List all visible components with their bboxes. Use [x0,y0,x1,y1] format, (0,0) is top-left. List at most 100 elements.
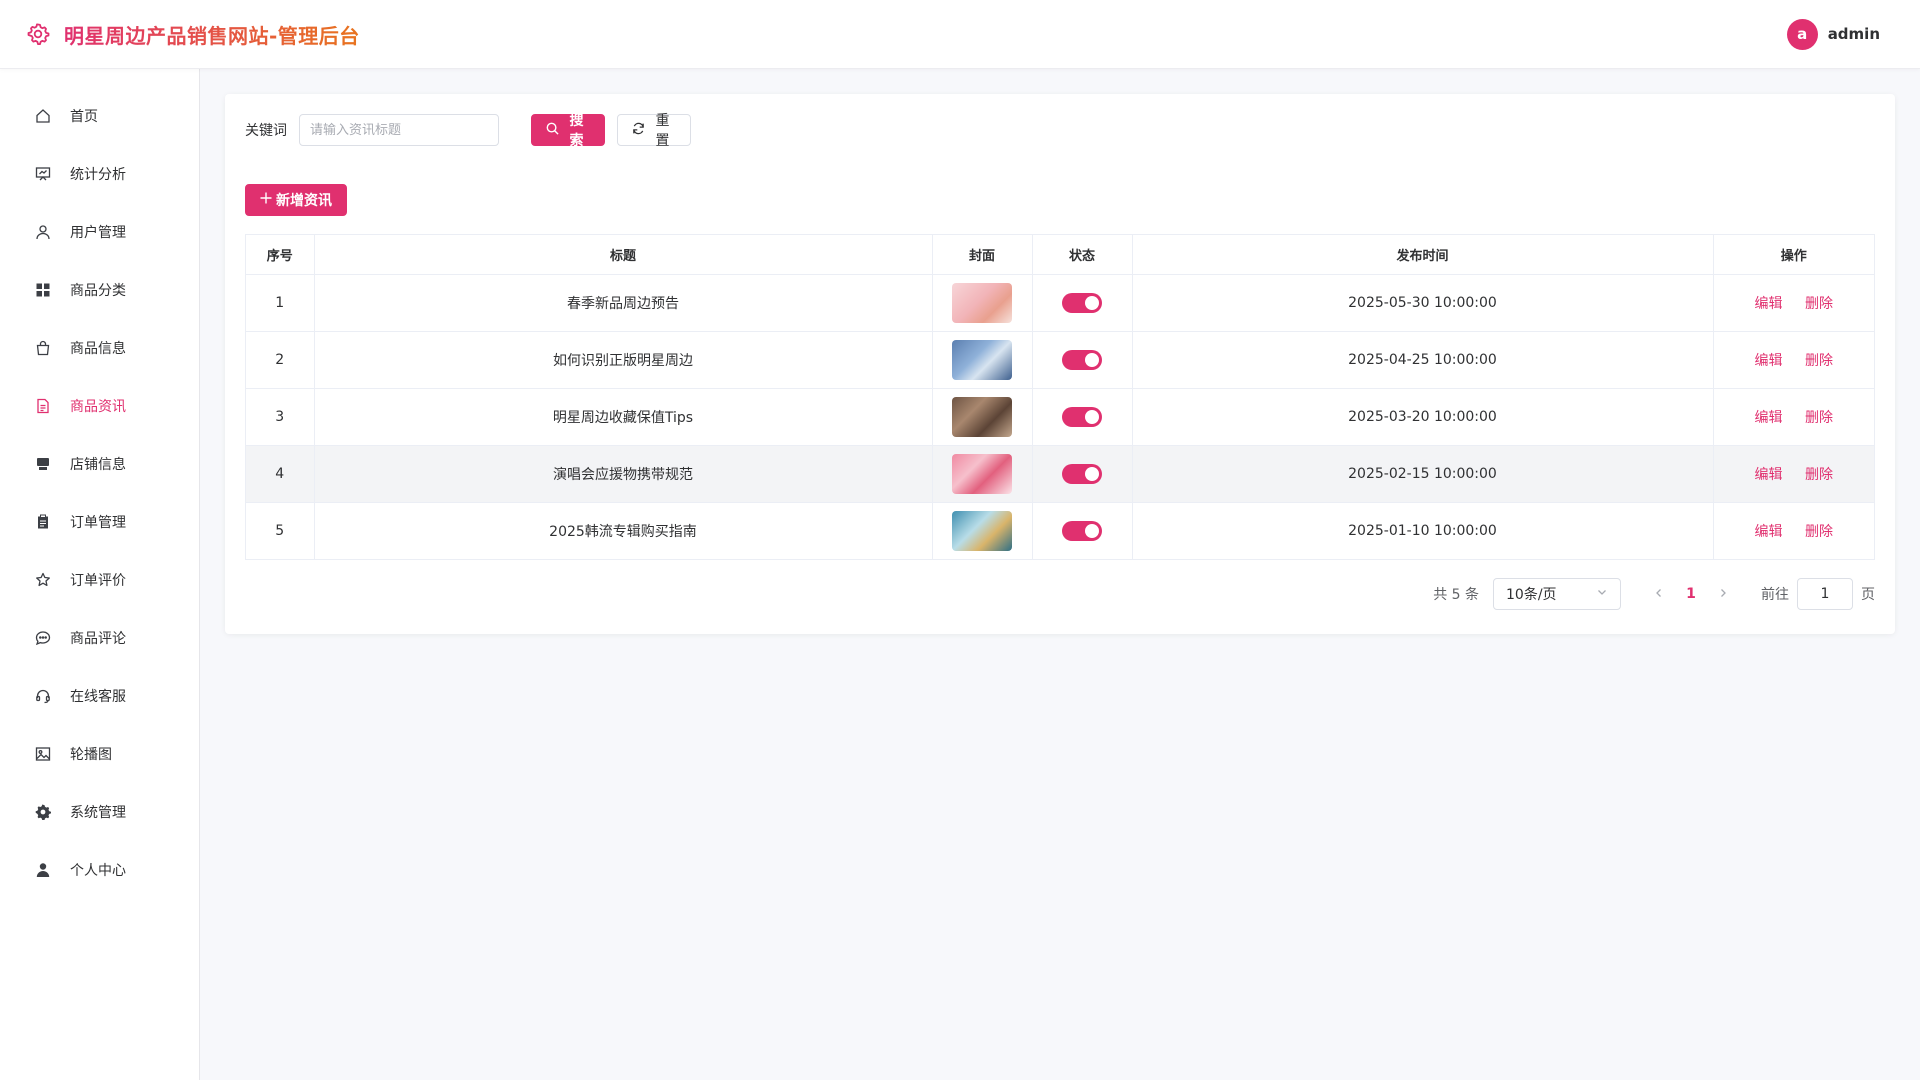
sidebar-item-news[interactable]: 商品资讯 [0,377,199,435]
table-row: 5 2025韩流专辑购买指南 2025-01-10 10:00:00 编辑 删除 [246,502,1874,559]
row-title: 演唱会应援物携带规范 [314,445,933,503]
column-header-title: 标题 [314,235,933,275]
username[interactable]: admin [1828,25,1880,43]
sidebar-item-customer-service[interactable]: 在线客服 [0,667,199,725]
app-header: 明星周边产品销售网站-管理后台 a admin [0,0,1920,69]
edit-link[interactable]: 编辑 [1755,353,1783,369]
sidebar-item-statistics[interactable]: 统计分析 [0,145,199,203]
grid-icon [34,281,52,299]
sidebar-item-profile[interactable]: 个人中心 [0,841,199,899]
row-index: 2 [246,331,315,389]
sidebar-item-label: 统计分析 [70,167,126,183]
sidebar-item-carousel[interactable]: 轮播图 [0,725,199,783]
cover-thumbnail[interactable] [952,510,1012,551]
search-button[interactable]: 搜索 [531,113,605,149]
pagination: 共 5 条 10条/页 1 前往 页 [245,578,1875,610]
status-toggle[interactable] [1062,406,1102,427]
cover-thumbnail[interactable] [952,282,1012,323]
status-toggle[interactable] [1062,520,1102,541]
keyword-label: 关键词 [245,123,287,139]
sidebar-item-label: 系统管理 [70,805,126,821]
cover-thumbnail[interactable] [952,453,1012,494]
row-publish-time: 2025-02-15 10:00:00 [1132,445,1714,503]
app-title: 明星周边产品销售网站-管理后台 [64,20,360,49]
edit-link[interactable]: 编辑 [1755,410,1783,426]
sidebar: 首页 统计分析 用户管理 商品分类 商品信息 商品资讯 店铺信息 订单管理 订单… [0,69,200,1080]
delete-link[interactable]: 删除 [1805,410,1833,426]
sidebar-item-order-reviews[interactable]: 订单评价 [0,551,199,609]
row-publish-time: 2025-03-20 10:00:00 [1132,388,1714,446]
presentation-chart-icon [34,165,52,183]
delete-link[interactable]: 删除 [1805,467,1833,483]
next-page-button[interactable] [1707,586,1739,602]
delete-link[interactable]: 删除 [1805,353,1833,369]
sidebar-item-label: 商品评论 [70,631,126,647]
cover-thumbnail[interactable] [952,339,1012,380]
refresh-icon [632,122,645,139]
settings-icon [34,803,52,821]
headset-icon [34,687,52,705]
row-index: 1 [246,274,315,332]
avatar[interactable]: a [1786,18,1818,50]
chevron-left-icon [1654,586,1664,602]
delete-link[interactable]: 删除 [1805,296,1833,312]
status-toggle[interactable] [1062,349,1102,370]
chevron-right-icon [1718,586,1728,602]
sidebar-item-shops[interactable]: 店铺信息 [0,435,199,493]
clipboard-icon [34,513,52,531]
search-button-label: 搜索 [569,113,584,149]
row-index: 5 [246,502,315,559]
column-header-publish-time: 发布时间 [1132,235,1714,275]
news-table: 序号 标题 封面 状态 发布时间 操作 1 春季新品周边预告 2025-05-3… [245,234,1875,560]
sidebar-item-label: 店铺信息 [70,457,126,473]
add-news-button-label: 新增资讯 [276,193,332,209]
document-icon [34,397,52,415]
sidebar-item-products[interactable]: 商品信息 [0,319,199,377]
keyword-input[interactable] [299,114,499,146]
edit-link[interactable]: 编辑 [1755,524,1783,540]
sidebar-item-label: 用户管理 [70,225,126,241]
table-row: 1 春季新品周边预告 2025-05-30 10:00:00 编辑 删除 [246,274,1874,332]
column-header-actions: 操作 [1713,235,1874,275]
plus-icon [260,192,272,208]
reset-button-label: 重置 [655,113,670,149]
column-header-status: 状态 [1032,235,1133,275]
status-toggle[interactable] [1062,463,1102,484]
reset-button[interactable]: 重置 [617,113,691,149]
goto-page-input[interactable] [1797,578,1853,610]
cover-thumbnail[interactable] [952,396,1012,437]
search-bar: 关键词 搜索 重置 [245,113,1875,149]
goto-label: 前往 [1761,587,1789,603]
prev-page-button[interactable] [1643,586,1675,602]
sidebar-item-label: 在线客服 [70,689,126,705]
sidebar-item-users[interactable]: 用户管理 [0,203,199,261]
add-news-button[interactable]: 新增资讯 [245,184,347,216]
picture-icon [34,745,52,763]
sidebar-item-label: 商品资讯 [70,399,126,415]
shop-icon [34,455,52,473]
sidebar-item-orders[interactable]: 订单管理 [0,493,199,551]
sidebar-item-product-comments[interactable]: 商品评论 [0,609,199,667]
delete-link[interactable]: 删除 [1805,524,1833,540]
sidebar-item-categories[interactable]: 商品分类 [0,261,199,319]
user-menu[interactable]: a admin [1786,18,1880,50]
page-number-current[interactable]: 1 [1675,586,1707,602]
status-toggle[interactable] [1062,292,1102,313]
page-size-select[interactable]: 10条/页 [1493,578,1621,610]
chat-bubble-icon [34,629,52,647]
edit-link[interactable]: 编辑 [1755,467,1783,483]
sidebar-item-label: 个人中心 [70,863,126,879]
table-row: 2 如何识别正版明星周边 2025-04-25 10:00:00 编辑 删除 [246,331,1874,389]
edit-link[interactable]: 编辑 [1755,296,1783,312]
total-count: 共 5 条 [1433,587,1479,603]
sidebar-item-system[interactable]: 系统管理 [0,783,199,841]
sidebar-item-label: 首页 [70,109,98,125]
user-icon [34,223,52,241]
sidebar-item-home[interactable]: 首页 [0,87,199,145]
column-header-cover: 封面 [932,235,1033,275]
table-row: 4 演唱会应援物携带规范 2025-02-15 10:00:00 编辑 删除 [246,445,1874,503]
page-size-value: 10条/页 [1506,587,1557,603]
row-publish-time: 2025-05-30 10:00:00 [1132,274,1714,332]
row-title: 明星周边收藏保值Tips [314,388,933,446]
sidebar-item-label: 订单评价 [70,573,126,589]
